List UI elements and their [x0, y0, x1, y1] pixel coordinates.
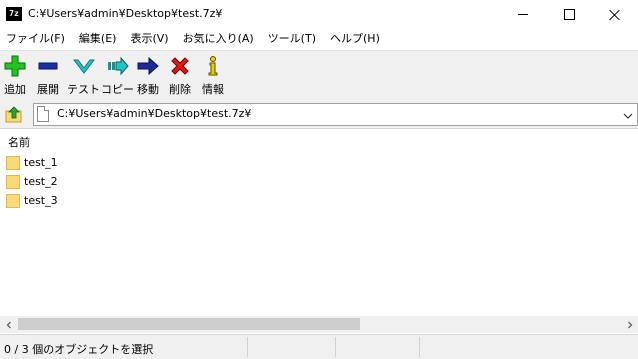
column-header: 名前	[0, 129, 638, 151]
extract-label: 展開	[37, 83, 59, 96]
menu-help[interactable]: ヘルプ(H)	[323, 29, 387, 49]
column-name-header[interactable]: 名前	[8, 134, 30, 150]
menu-tools[interactable]: ツール(T)	[261, 29, 323, 49]
move-label: 移動	[137, 83, 159, 96]
address-path: C:¥Users¥admin¥Desktop¥test.7z¥	[57, 107, 252, 120]
horizontal-scrollbar[interactable]	[0, 316, 638, 333]
folder-icon	[6, 175, 20, 189]
address-field[interactable]: C:¥Users¥admin¥Desktop¥test.7z¥	[33, 103, 638, 126]
scroll-left-button[interactable]	[0, 316, 17, 333]
add-button[interactable]: 追加	[4, 55, 26, 97]
file-list[interactable]: 名前 test_1 test_2 test_3	[0, 128, 638, 317]
menu-bar: ファイル(F) 編集(E) 表示(V) お気に入り(A) ツール(T) ヘルプ(…	[0, 29, 638, 49]
minimize-icon	[518, 14, 528, 15]
menu-favorites[interactable]: お気に入り(A)	[176, 29, 261, 49]
copy-arrow-icon	[107, 55, 129, 77]
chevron-right-icon	[627, 321, 632, 328]
address-bar: C:¥Users¥admin¥Desktop¥test.7z¥	[0, 100, 638, 128]
test-label: テスト	[67, 83, 100, 96]
add-label: 追加	[4, 83, 26, 96]
move-button[interactable]: 移動	[137, 55, 159, 97]
status-divider	[247, 337, 248, 357]
file-name: test_3	[24, 193, 58, 207]
title-bar: 7z C:¥Users¥admin¥Desktop¥test.7z¥	[0, 0, 638, 29]
status-divider	[335, 337, 336, 357]
status-selection: 0 / 3 個のオブジェクトを選択	[4, 343, 154, 356]
file-name: test_2	[24, 174, 58, 188]
move-arrow-icon	[137, 55, 159, 77]
folder-up-icon	[5, 106, 22, 123]
document-icon	[37, 106, 49, 122]
info-button[interactable]: 情報	[202, 55, 224, 97]
maximize-icon	[563, 9, 575, 20]
folder-icon	[6, 194, 20, 208]
copy-button[interactable]: コピー	[101, 55, 134, 97]
status-bar: 0 / 3 個のオブジェクトを選択	[0, 334, 638, 359]
info-icon	[202, 55, 224, 77]
delete-button[interactable]: 削除	[169, 55, 191, 97]
info-label: 情報	[202, 83, 224, 96]
chevron-down-icon[interactable]	[623, 110, 633, 123]
plus-icon	[4, 55, 26, 77]
menu-view[interactable]: 表示(V)	[123, 29, 175, 49]
minimize-button[interactable]	[500, 0, 546, 29]
checkmark-icon	[72, 55, 95, 77]
test-button[interactable]: テスト	[67, 55, 100, 97]
menu-edit[interactable]: 編集(E)	[72, 29, 124, 49]
close-icon	[609, 9, 621, 21]
maximize-button[interactable]	[546, 0, 592, 29]
window-title: C:¥Users¥admin¥Desktop¥test.7z¥	[28, 7, 223, 20]
scrollbar-thumb[interactable]	[18, 318, 360, 330]
file-name: test_1	[24, 155, 58, 169]
list-item[interactable]: test_2	[6, 172, 58, 190]
list-item[interactable]: test_3	[6, 191, 58, 209]
status-divider	[419, 337, 420, 357]
minus-icon	[37, 55, 59, 77]
list-item[interactable]: test_1	[6, 153, 58, 171]
up-folder-button[interactable]	[3, 104, 25, 124]
menu-file[interactable]: ファイル(F)	[0, 29, 72, 49]
scroll-right-button[interactable]	[621, 316, 638, 333]
folder-icon	[6, 156, 20, 170]
delete-x-icon	[169, 55, 191, 77]
chevron-left-icon	[6, 321, 11, 328]
app-icon: 7z	[6, 7, 22, 21]
extract-button[interactable]: 展開	[37, 55, 59, 97]
delete-label: 削除	[169, 83, 191, 96]
copy-label: コピー	[101, 83, 134, 96]
close-button[interactable]	[592, 0, 638, 29]
toolbar: 追加 展開 テスト コピー 移動 削除 情報	[0, 50, 638, 100]
